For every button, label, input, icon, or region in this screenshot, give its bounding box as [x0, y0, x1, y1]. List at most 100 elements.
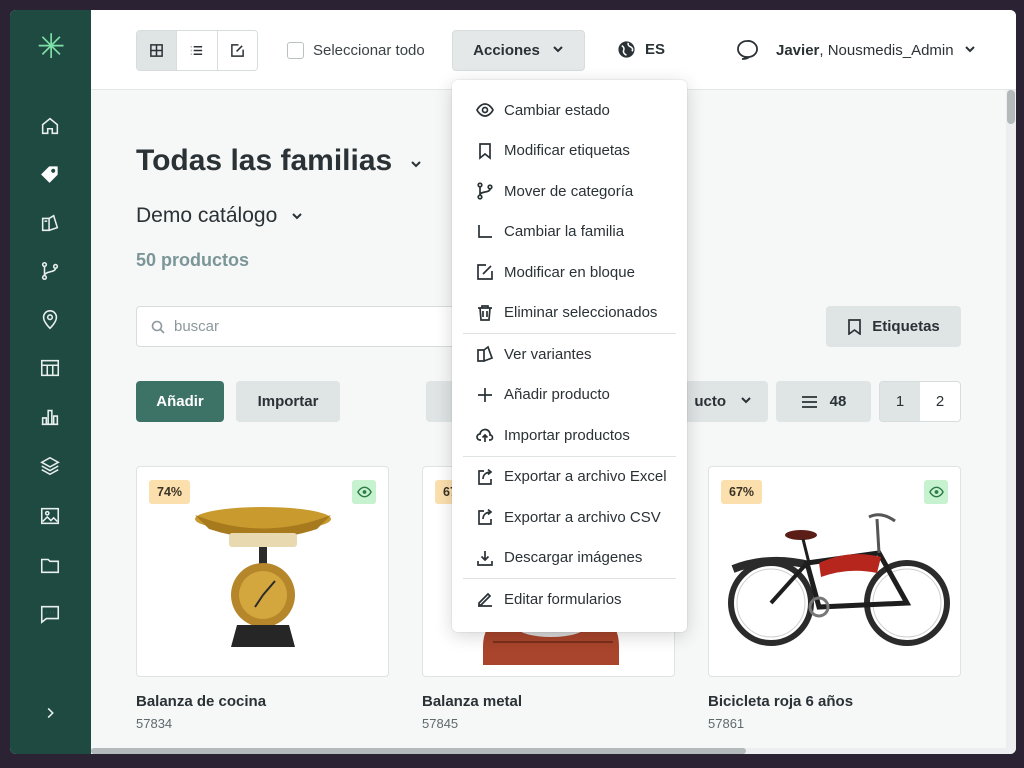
product-code: 57834 [136, 716, 173, 731]
chevron-down-icon [552, 42, 564, 59]
language-code: ES [645, 41, 666, 58]
chevron-down-icon [740, 393, 752, 410]
menu-item-bulk-edit[interactable]: Modificar en bloque [452, 252, 687, 293]
vertical-scrollbar-thumb[interactable] [1007, 90, 1015, 124]
folder-icon[interactable] [38, 553, 62, 577]
variants-icon [477, 345, 494, 363]
home-icon[interactable] [38, 114, 62, 138]
app-window: ✳ Seleccionar todo Acciones ES Javier, N… [10, 10, 1016, 754]
actions-dropdown-menu: Cambiar estado Modificar etiquetas Mover… [452, 80, 687, 632]
globe-icon [618, 41, 635, 58]
menu-item-import-products[interactable]: Importar productos [452, 415, 687, 456]
edit-square-icon [477, 264, 493, 281]
menu-item-export-csv[interactable]: Exportar a archivo CSV [452, 497, 687, 538]
product-code: 57861 [708, 716, 745, 731]
product-name[interactable]: Balanza de cocina [136, 693, 266, 710]
menu-item-label: Exportar a archivo CSV [504, 508, 661, 526]
location-pin-icon[interactable] [38, 308, 62, 332]
pen-icon [478, 593, 492, 608]
menu-item-add-product[interactable]: Añadir producto [452, 375, 687, 416]
page-title[interactable]: Todas las familias [136, 144, 422, 178]
menu-item-change-status[interactable]: Cambiar estado [452, 90, 687, 131]
menu-item-label: Cambiar la familia [504, 223, 625, 241]
page-title-text: Todas las familias [136, 144, 393, 177]
corner-icon [478, 224, 492, 238]
product-name[interactable]: Balanza metal [422, 693, 522, 710]
menu-item-label: Eliminar seleccionados [504, 304, 658, 322]
menu-item-move-category[interactable]: Mover de categoría [452, 171, 687, 212]
menu-item-label: Exportar a archivo Excel [504, 468, 667, 486]
sidebar: ✳ [10, 10, 91, 754]
add-button[interactable]: Añadir [136, 381, 224, 422]
horizontal-scrollbar[interactable] [91, 748, 1006, 754]
actions-label: Acciones [473, 42, 540, 59]
sort-label: ucto [694, 393, 726, 410]
catalog-name: Demo catálogo [136, 204, 278, 227]
list-view-button[interactable] [177, 31, 218, 70]
page-2-button[interactable]: 2 [920, 382, 960, 421]
cloud-upload-icon [476, 428, 494, 443]
menu-lines-icon [801, 395, 817, 408]
menu-item-label: Modificar etiquetas [504, 142, 630, 160]
product-name[interactable]: Bicicleta roja 6 años [708, 693, 853, 710]
select-all[interactable]: Seleccionar todo [287, 42, 425, 59]
tag-icon[interactable] [38, 162, 62, 186]
menu-item-label: Mover de categoría [504, 182, 634, 200]
chevron-right-icon[interactable] [38, 701, 62, 725]
visibility-icon[interactable] [924, 480, 948, 504]
variants-icon[interactable] [38, 211, 62, 235]
branch-icon[interactable] [38, 259, 62, 283]
export-icon [478, 509, 493, 526]
menu-item-label: Editar formularios [504, 590, 622, 608]
menu-item-delete-selected[interactable]: Eliminar seleccionados [452, 293, 687, 334]
layers-icon[interactable] [38, 454, 62, 478]
menu-item-edit-forms[interactable]: Editar formularios [452, 579, 687, 620]
product-card[interactable]: 67% [708, 466, 961, 677]
list-view-icon [191, 46, 203, 55]
logo[interactable]: ✳ [37, 30, 66, 64]
actions-button[interactable]: Acciones [452, 30, 585, 71]
vertical-scrollbar[interactable] [1006, 90, 1016, 754]
edit-view-button[interactable] [217, 31, 257, 70]
branch-icon [477, 182, 493, 200]
horizontal-scrollbar-thumb[interactable] [91, 748, 746, 754]
catalog-selector[interactable]: Demo catálogo [136, 204, 303, 228]
trash-icon [478, 304, 492, 321]
view-mode-switcher [136, 30, 258, 71]
tags-button[interactable]: Etiquetas [826, 306, 961, 347]
search-input[interactable] [174, 318, 434, 335]
import-button[interactable]: Importar [236, 381, 340, 422]
menu-item-edit-tags[interactable]: Modificar etiquetas [452, 131, 687, 172]
menu-item-export-excel[interactable]: Exportar a archivo Excel [452, 457, 687, 498]
select-all-checkbox[interactable] [287, 42, 304, 59]
menu-item-label: Modificar en bloque [504, 263, 635, 281]
menu-item-view-variants[interactable]: Ver variantes [452, 334, 687, 375]
visibility-icon[interactable] [352, 480, 376, 504]
page-1-button[interactable]: 1 [880, 382, 920, 421]
user-menu[interactable]: Javier, Nousmedis_Admin [776, 42, 976, 59]
search-icon [151, 320, 165, 334]
grid-view-button[interactable] [137, 31, 178, 70]
bar-chart-icon[interactable] [38, 405, 62, 429]
menu-item-download-images[interactable]: Descargar imágenes [452, 538, 687, 579]
messages-icon[interactable] [735, 38, 759, 62]
menu-item-label: Añadir producto [504, 386, 610, 404]
language-selector[interactable]: ES [617, 40, 665, 59]
image-icon[interactable] [38, 504, 62, 528]
menu-item-change-family[interactable]: Cambiar la familia [452, 212, 687, 253]
completeness-badge: 74% [149, 480, 191, 504]
grid-view-icon [150, 44, 164, 57]
user-role: , Nousmedis_Admin [819, 42, 954, 59]
edit-view-icon [230, 44, 244, 57]
export-icon [478, 468, 493, 485]
chat-icon[interactable] [38, 602, 62, 626]
per-page-selector[interactable]: 48 [776, 381, 871, 422]
menu-item-label: Ver variantes [504, 345, 592, 363]
product-code: 57845 [422, 716, 459, 731]
product-card[interactable]: 74% [136, 466, 389, 677]
menu-item-label: Descargar imágenes [504, 549, 643, 567]
board-icon[interactable] [38, 356, 62, 380]
user-display: Javier, Nousmedis_Admin [776, 42, 954, 59]
select-all-label: Seleccionar todo [313, 42, 425, 59]
download-icon [477, 550, 493, 566]
